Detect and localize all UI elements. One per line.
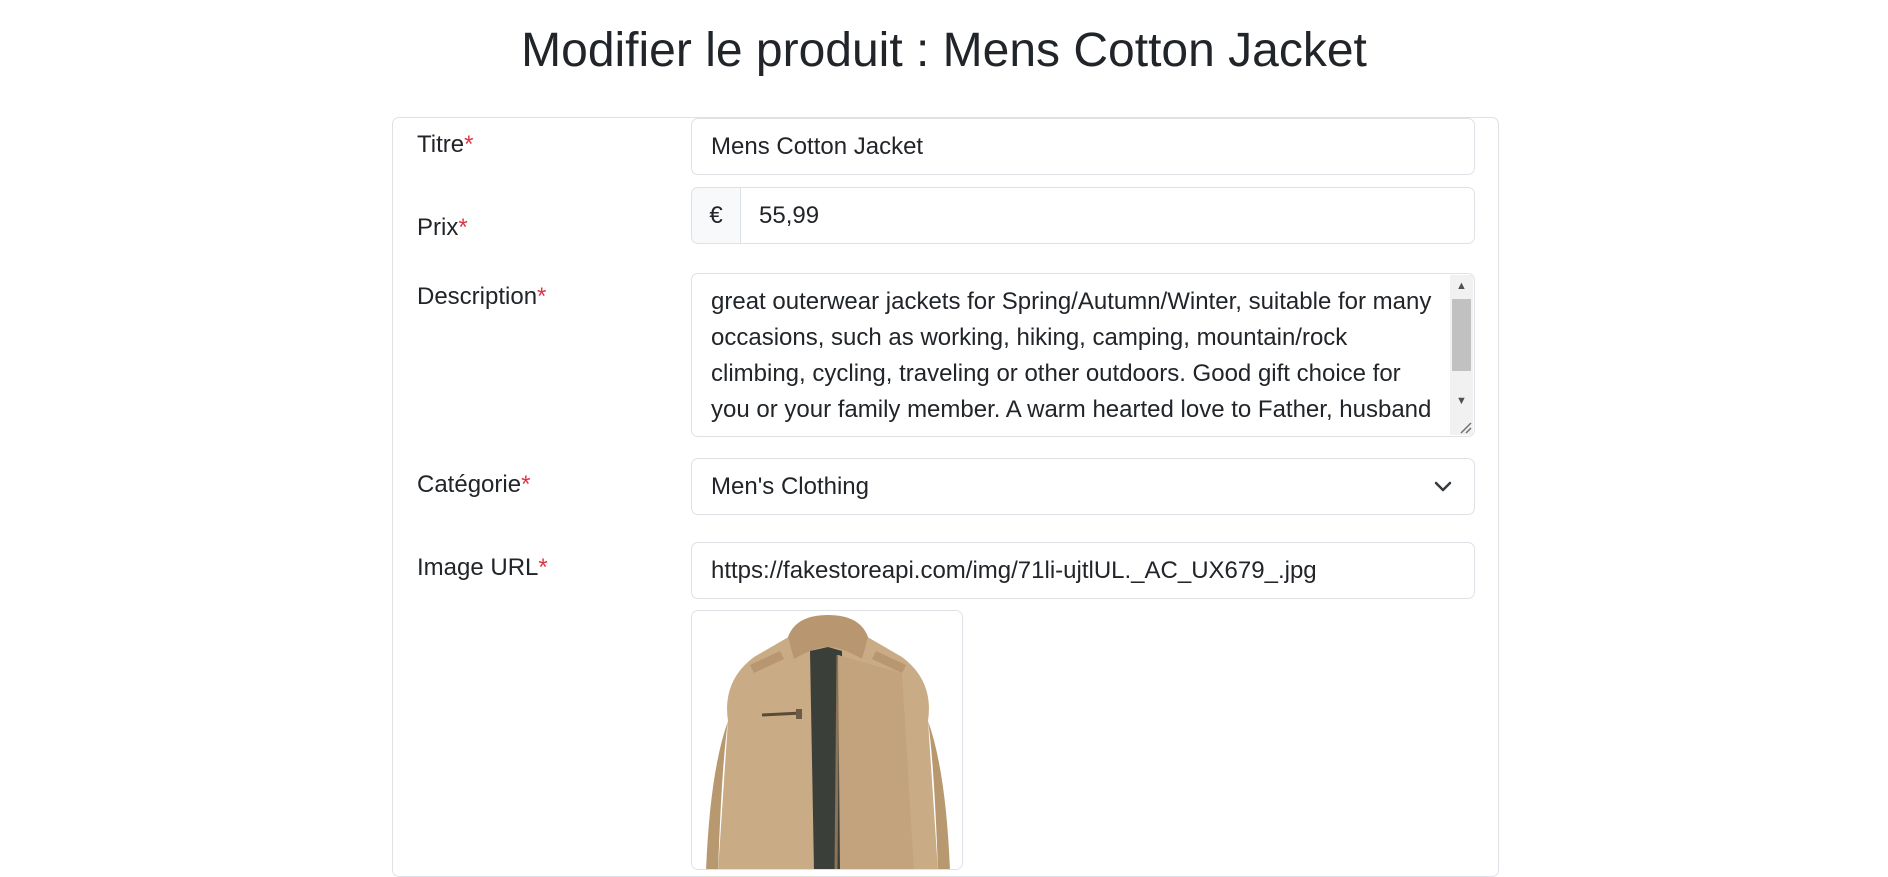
required-mark: * bbox=[521, 471, 531, 498]
chevron-down-icon bbox=[1434, 481, 1452, 492]
required-mark: * bbox=[537, 283, 547, 310]
required-mark: * bbox=[458, 214, 468, 241]
category-label: Catégorie* bbox=[417, 471, 531, 498]
currency-addon: € bbox=[691, 187, 741, 244]
required-mark: * bbox=[464, 131, 474, 158]
price-input[interactable]: 55,99 bbox=[741, 187, 1475, 244]
scroll-up-arrow-icon[interactable]: ▲ bbox=[1450, 275, 1473, 297]
textarea-scrollbar[interactable]: ▲ ▼ bbox=[1450, 275, 1473, 435]
scroll-down-arrow-icon[interactable]: ▼ bbox=[1450, 390, 1473, 412]
resize-grip-icon[interactable] bbox=[1458, 420, 1472, 434]
image-url-label: Image URL* bbox=[417, 554, 548, 581]
category-select[interactable]: Men's Clothing bbox=[691, 458, 1475, 515]
description-textarea[interactable]: great outerwear jackets for Spring/Autum… bbox=[691, 273, 1475, 437]
scrollbar-thumb[interactable] bbox=[1452, 299, 1471, 371]
page-title: Modifier le produit : Mens Cotton Jacket bbox=[521, 24, 1367, 77]
title-label: Titre* bbox=[417, 131, 474, 158]
price-input-group: € 55,99 bbox=[691, 187, 1475, 244]
description-label: Description* bbox=[417, 283, 547, 310]
price-label: Prix* bbox=[417, 214, 468, 241]
edit-product-form: Titre* Mens Cotton Jacket Prix* € 55,99 … bbox=[392, 117, 1499, 877]
category-selected-value: Men's Clothing bbox=[711, 472, 869, 500]
jacket-image bbox=[692, 611, 962, 869]
required-mark: * bbox=[538, 554, 548, 581]
image-url-input[interactable]: https://fakestoreapi.com/img/71li-ujtlUL… bbox=[691, 542, 1475, 599]
product-image-preview bbox=[691, 610, 963, 870]
title-input[interactable]: Mens Cotton Jacket bbox=[691, 118, 1475, 175]
description-text: great outerwear jackets for Spring/Autum… bbox=[711, 288, 1432, 423]
